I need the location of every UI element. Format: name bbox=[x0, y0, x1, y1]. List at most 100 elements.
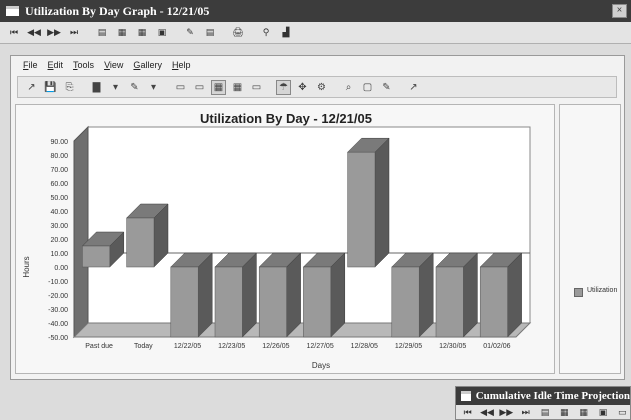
y-tick-label: -30.00 bbox=[48, 307, 68, 314]
grid-view-icon[interactable]: ▦ bbox=[134, 26, 150, 40]
zoom-page-icon[interactable]: ▣ bbox=[154, 26, 170, 40]
edit-title-icon[interactable]: ✎ bbox=[379, 80, 394, 95]
menu-help-label: elp bbox=[178, 60, 191, 70]
horizontal-grid-icon[interactable]: ▭ bbox=[192, 80, 207, 95]
bar bbox=[258, 266, 287, 338]
secondary-window[interactable]: Cumulative Idle Time Projection ⏮ ◀◀ ▶▶ … bbox=[455, 386, 631, 420]
y-tick-label: 40.00 bbox=[50, 209, 68, 216]
properties-icon[interactable]: ⚙ bbox=[314, 80, 329, 95]
menu-tools-label: ools bbox=[77, 60, 95, 70]
page-view-icon[interactable]: ▤ bbox=[94, 26, 110, 40]
secondary-window-toolbar: ⏮ ◀◀ ▶▶ ⏭ ▤ ▦ ▦ ▣ ▭ bbox=[456, 405, 630, 420]
x-tick-label: 12/23/05 bbox=[218, 343, 245, 350]
legend-swatch bbox=[574, 288, 583, 297]
open-icon[interactable]: ↗ bbox=[24, 80, 39, 95]
bar bbox=[170, 266, 199, 338]
y-tick-label: 0.00 bbox=[54, 265, 68, 272]
chart-type-dropdown-icon[interactable]: ▾ bbox=[108, 80, 123, 95]
y-tick-label: 10.00 bbox=[50, 251, 68, 258]
x-tick-label: 12/22/05 bbox=[174, 343, 201, 350]
bar-side bbox=[374, 137, 390, 268]
menu-gallery[interactable]: Gallery bbox=[133, 60, 162, 70]
next-page-icon[interactable]: ▶▶ bbox=[499, 406, 514, 420]
rotate-icon[interactable]: ✥ bbox=[295, 80, 310, 95]
vertical-grid-icon[interactable]: ▭ bbox=[173, 80, 188, 95]
chart-type-icon[interactable]: ▇ bbox=[89, 80, 104, 95]
close-button[interactable]: × bbox=[612, 4, 627, 18]
chart-title: Utilization By Day - 12/21/05 bbox=[200, 111, 372, 126]
export-icon[interactable]: ▭ bbox=[615, 406, 630, 420]
y-axis-label: Hours bbox=[22, 256, 31, 277]
window-titlebar: Utilization By Day Graph - 12/21/05 × bbox=[0, 0, 631, 22]
fit-icon[interactable]: ▢ bbox=[360, 80, 375, 95]
save-icon[interactable]: 💾 bbox=[43, 80, 58, 95]
menu-view[interactable]: View bbox=[104, 60, 123, 70]
previous-page-icon[interactable]: ◀◀ bbox=[26, 26, 42, 40]
bar bbox=[391, 266, 420, 338]
edit-icon[interactable]: ✎ bbox=[182, 26, 198, 40]
menu-help[interactable]: Help bbox=[172, 60, 191, 70]
secondary-window-titlebar[interactable]: Cumulative Idle Time Projection bbox=[456, 387, 630, 405]
color-icon[interactable]: ✎ bbox=[127, 80, 142, 95]
menu-edit-label: dit bbox=[53, 60, 64, 70]
bar-side bbox=[463, 252, 478, 338]
zoom-icon[interactable]: ⌕ bbox=[341, 80, 356, 95]
print-icon[interactable]: 🖨 bbox=[230, 26, 246, 40]
series-legend-icon[interactable]: ▭ bbox=[249, 80, 264, 95]
page-view-icon[interactable]: ▤ bbox=[537, 406, 552, 420]
zoom-page-icon[interactable]: ▣ bbox=[595, 406, 610, 420]
x-tick-label: 12/26/05 bbox=[262, 343, 289, 350]
grid-view-icon[interactable]: ▦ bbox=[576, 406, 591, 420]
y-tick-label: -10.00 bbox=[48, 279, 68, 286]
next-page-icon[interactable]: ▶▶ bbox=[46, 26, 62, 40]
menu-file-label: ile bbox=[28, 60, 38, 70]
x-tick-label: 12/29/05 bbox=[395, 343, 422, 350]
chart-window: File Edit Tools View Gallery Help ↗ 💾 ⎘ … bbox=[10, 55, 625, 380]
pointer-icon[interactable]: ↗ bbox=[406, 80, 421, 95]
last-page-icon[interactable]: ⏭ bbox=[66, 26, 82, 40]
copy-icon[interactable]: ⎘ bbox=[62, 80, 77, 95]
menu-tools[interactable]: Tools bbox=[73, 60, 94, 70]
x-tick-label: 12/28/05 bbox=[351, 343, 378, 350]
chart-plot-layer: 90.00 80.00 70.00 60.00 50.00 40.00 30.00 20.00… bbox=[48, 125, 532, 350]
window-icon bbox=[6, 6, 19, 16]
bar bbox=[82, 245, 111, 268]
chart-icon[interactable]: ▟ bbox=[278, 26, 294, 40]
previous-page-icon[interactable]: ◀◀ bbox=[479, 406, 494, 420]
y-tick-label: -40.00 bbox=[48, 321, 68, 328]
find-icon[interactable]: ⚲ bbox=[258, 26, 274, 40]
y-tick-label: 20.00 bbox=[50, 237, 68, 244]
secondary-window-title: Cumulative Idle Time Projection bbox=[475, 390, 630, 402]
y-tick-label: 80.00 bbox=[50, 153, 68, 160]
y-tick-label: 90.00 bbox=[50, 139, 68, 146]
color-dropdown-icon[interactable]: ▾ bbox=[146, 80, 161, 95]
data-grid-icon[interactable]: ▦ bbox=[211, 79, 226, 95]
y-tick-label: -20.00 bbox=[48, 293, 68, 300]
bar-side bbox=[242, 252, 257, 338]
bar-side bbox=[418, 252, 434, 338]
x-tick-label: 01/02/06 bbox=[483, 343, 510, 350]
multi-page-icon[interactable]: ▦ bbox=[557, 406, 572, 420]
last-page-icon[interactable]: ⏭ bbox=[518, 406, 533, 420]
chart-panel: Utilization By Day - 12/21/05 Days Hours… bbox=[15, 104, 555, 374]
menu-bar: File Edit Tools View Gallery Help bbox=[11, 56, 624, 74]
bar-side bbox=[197, 252, 213, 338]
x-tick-label: Past due bbox=[85, 343, 113, 350]
3d-view-icon[interactable]: ☂ bbox=[276, 79, 291, 95]
first-page-icon[interactable]: ⏮ bbox=[460, 406, 475, 420]
menu-view-label: iew bbox=[109, 60, 124, 70]
x-tick-label: Today bbox=[134, 343, 153, 350]
legend-panel: Utilization bbox=[559, 104, 621, 374]
menu-edit[interactable]: Edit bbox=[48, 60, 64, 70]
bar-side bbox=[286, 252, 301, 338]
legend-label: Utilization bbox=[587, 287, 618, 294]
bar bbox=[214, 266, 243, 338]
x-axis-label: Days bbox=[312, 361, 330, 370]
multi-page-icon[interactable]: ▦ bbox=[114, 26, 130, 40]
y-tick-label: 50.00 bbox=[50, 195, 68, 202]
menu-file[interactable]: File bbox=[23, 60, 38, 70]
first-page-icon[interactable]: ⏮ bbox=[6, 26, 22, 40]
legend-icon[interactable]: ▦ bbox=[230, 80, 245, 95]
export-icon[interactable]: ▤ bbox=[202, 26, 218, 40]
chart-toolbar: ↗ 💾 ⎘ ▇ ▾ ✎ ▾ ▭ ▭ ▦ ▦ ▭ ☂ ✥ ⚙ ⌕ ▢ ✎ ↗ bbox=[17, 76, 617, 98]
